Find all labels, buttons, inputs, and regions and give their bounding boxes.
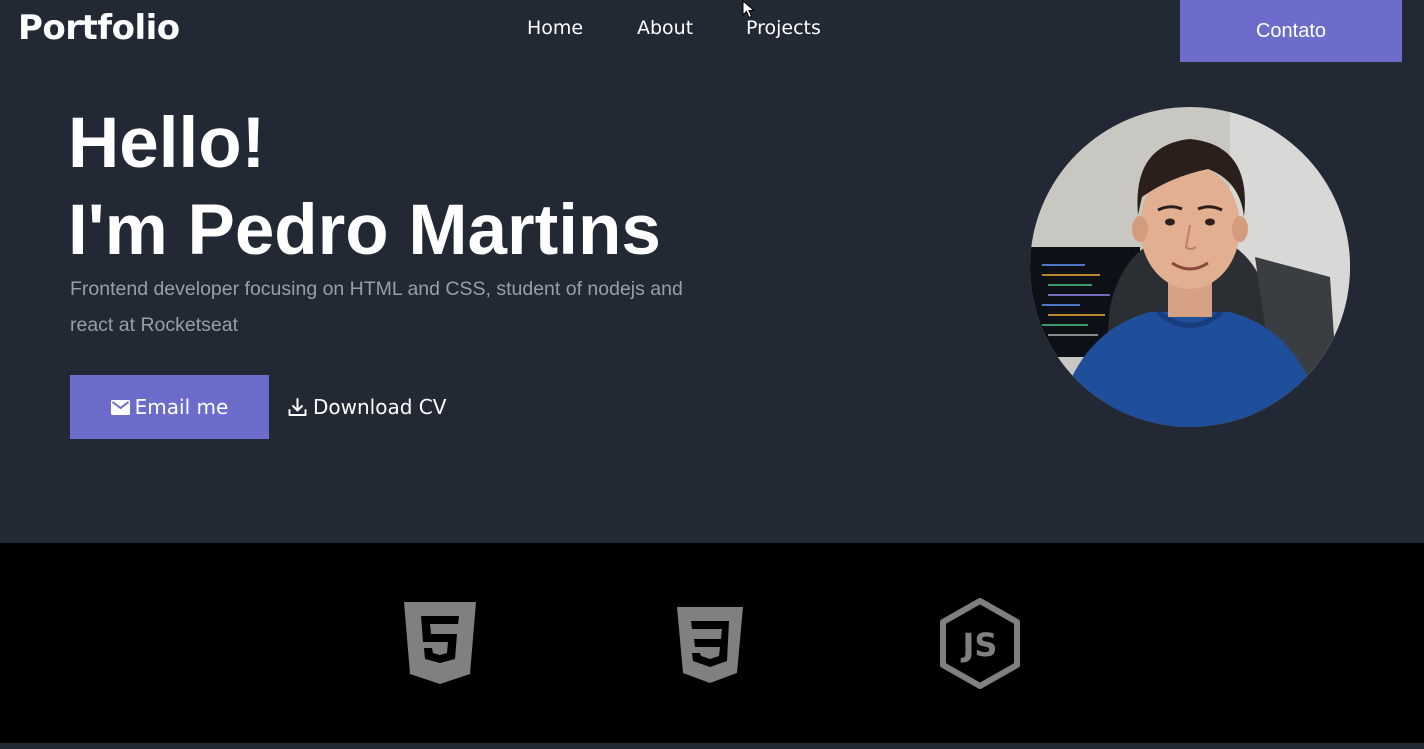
download-cv-label: Download CV [313,395,447,419]
email-me-label: Email me [134,395,229,419]
mouse-cursor-icon [742,0,756,19]
download-cv-button[interactable]: Download CV [288,375,446,439]
site-logo[interactable]: Portfolio [18,8,180,48]
contact-button[interactable]: Contato [1180,0,1402,62]
nav-about-link[interactable]: About [637,17,693,39]
nodejs-icon: JS [940,598,1020,689]
hero-description: Frontend developer focusing on HTML and … [70,278,683,336]
hero-title-name: I'm Pedro Martins [68,191,661,270]
svg-text:JS: JS [961,626,998,664]
download-icon [288,397,307,417]
nav-projects-link[interactable]: Projects [746,17,821,39]
profile-avatar [1030,107,1350,427]
hero-title-greeting: Hello! [68,104,266,183]
html5-icon [404,602,476,684]
email-me-button[interactable]: Email me [70,375,269,439]
nav-home-link[interactable]: Home [527,17,583,39]
mail-icon [110,399,130,415]
page-bottom-edge [0,743,1424,749]
portfolio-page: Portfolio Home About Projects Contato He… [0,0,1424,749]
hero-title: Hello! I'm Pedro Martins [68,100,661,274]
tech-stack-section: JS [0,543,1424,743]
css3-icon [677,607,743,683]
